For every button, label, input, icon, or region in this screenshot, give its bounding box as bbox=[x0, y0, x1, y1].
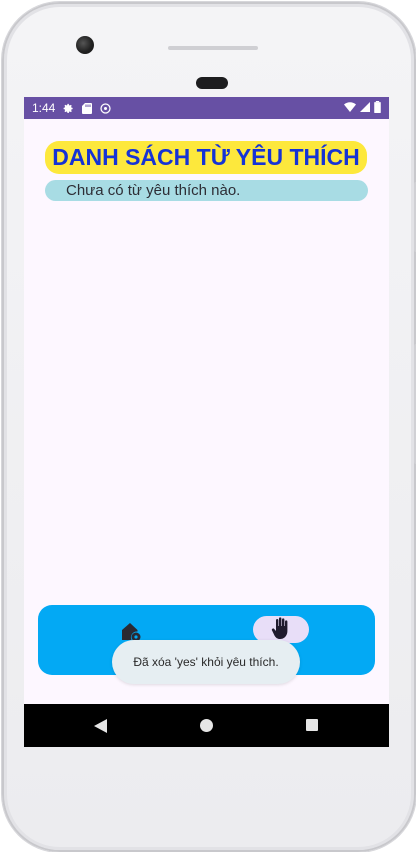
cell-signal-icon bbox=[360, 101, 370, 115]
back-icon[interactable] bbox=[94, 718, 107, 737]
app-screen: 1:44 DANH SÁCH TỪ YÊU THÍCH Chưa có từ y… bbox=[24, 97, 389, 747]
settings-icon bbox=[63, 103, 74, 114]
page-title: DANH SÁCH TỪ YÊU THÍCH bbox=[52, 144, 360, 170]
sensor-strip bbox=[168, 46, 258, 50]
toast-notification: Đã xóa 'yes' khỏi yêu thích. bbox=[112, 640, 300, 684]
status-time: 1:44 bbox=[32, 101, 56, 115]
page-title-banner: DANH SÁCH TỪ YÊU THÍCH bbox=[45, 141, 367, 174]
sync-icon bbox=[100, 102, 111, 114]
hand-icon bbox=[271, 616, 291, 643]
status-bar: 1:44 bbox=[24, 97, 389, 119]
home-circle-icon[interactable] bbox=[200, 719, 213, 732]
nav-item-favorites[interactable] bbox=[253, 616, 309, 643]
earpiece-speaker bbox=[196, 77, 228, 89]
recents-square-icon[interactable] bbox=[306, 719, 318, 731]
wifi-icon bbox=[344, 101, 356, 115]
battery-icon bbox=[374, 100, 381, 116]
system-navigation-bar bbox=[24, 704, 389, 747]
empty-state-banner: Chưa có từ yêu thích nào. bbox=[45, 180, 368, 201]
sd-card-icon bbox=[82, 102, 93, 114]
toast-message: Đã xóa 'yes' khỏi yêu thích. bbox=[133, 655, 279, 669]
empty-state-message: Chưa có từ yêu thích nào. bbox=[66, 182, 241, 199]
front-camera bbox=[76, 36, 94, 54]
